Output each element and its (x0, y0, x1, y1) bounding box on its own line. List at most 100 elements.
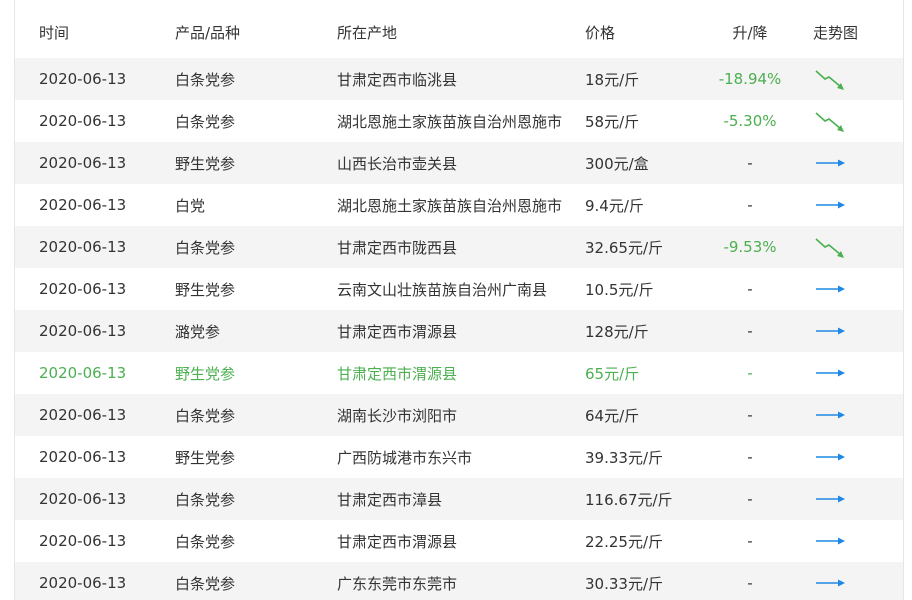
down-arrow-icon[interactable] (813, 58, 849, 100)
row-change: - (747, 280, 753, 298)
header-date: 时间 (39, 24, 70, 42)
row-change: - (747, 574, 753, 592)
row-place: 甘肃定西市漳县 (337, 490, 443, 509)
row-price: 32.65元/斤 (585, 238, 663, 257)
row-place: 甘肃定西市渭源县 (337, 532, 458, 551)
row-place: 甘肃定西市临洮县 (337, 70, 458, 89)
row-change: - (747, 154, 753, 172)
row-place: 云南文山壮族苗族自治州广南县 (337, 280, 548, 299)
row-price: 22.25元/斤 (585, 532, 663, 551)
row-change: - (747, 196, 753, 214)
row-product: 白党 (175, 196, 206, 215)
row-product: 野生党参 (175, 364, 236, 383)
table-row[interactable]: 2020-06-13 野生党参 云南文山壮族苗族自治州广南县 10.5元/斤 - (15, 268, 903, 310)
row-price: 39.33元/斤 (585, 448, 663, 467)
row-place: 广西防城港市东兴市 (337, 448, 473, 467)
row-change: -18.94% (718, 70, 782, 88)
table-row[interactable]: 2020-06-13 白条党参 甘肃定西市漳县 116.67元/斤 - (15, 478, 903, 520)
row-price: 116.67元/斤 (585, 490, 673, 509)
flat-arrow-icon[interactable] (813, 184, 849, 226)
row-change: - (747, 406, 753, 424)
table-row[interactable]: 2020-06-13 白条党参 湖北恩施土家族苗族自治州恩施市 58元/斤 -5.30% (15, 100, 903, 142)
table-body: 2020-06-13 白条党参 甘肃定西市临洮县 18元/斤 -18.94% 2020-0… (15, 58, 903, 600)
row-product: 白条党参 (175, 574, 236, 593)
flat-arrow-icon[interactable] (813, 268, 849, 310)
row-price: 10.5元/斤 (585, 280, 654, 299)
flat-arrow-icon[interactable] (813, 520, 849, 562)
row-product: 潞党参 (175, 322, 221, 341)
header-change: 升/降 (732, 24, 768, 42)
row-change: - (747, 532, 753, 550)
row-price: 65元/斤 (585, 364, 640, 383)
table-row[interactable]: 2020-06-13 野生党参 广西防城港市东兴市 39.33元/斤 - (15, 436, 903, 478)
header-product: 产品/品种 (175, 24, 241, 42)
row-date: 2020-06-13 (39, 154, 127, 172)
row-price: 128元/斤 (585, 322, 649, 341)
header-price: 价格 (585, 24, 616, 42)
row-place: 湖北恩施土家族苗族自治州恩施市 (337, 196, 563, 215)
row-date: 2020-06-13 (39, 112, 127, 130)
row-date: 2020-06-13 (39, 532, 127, 550)
row-product: 白条党参 (175, 532, 236, 551)
row-change: - (747, 364, 753, 382)
row-change: - (747, 322, 753, 340)
table-header: 时间 产品/品种 所在产地 价格 升/降 走势图 (15, 0, 903, 58)
table-row[interactable]: 2020-06-13 潞党参 甘肃定西市渭源县 128元/斤 - (15, 310, 903, 352)
row-product: 野生党参 (175, 280, 236, 299)
row-price: 300元/盒 (585, 154, 649, 173)
header-trend: 走势图 (813, 24, 859, 42)
flat-arrow-icon[interactable] (813, 142, 849, 184)
table-row[interactable]: 2020-06-13 白条党参 广东东莞市东莞市 30.33元/斤 - (15, 562, 903, 600)
flat-arrow-icon[interactable] (813, 352, 849, 394)
row-product: 白条党参 (175, 238, 236, 257)
table-row[interactable]: 2020-06-13 野生党参 山西长治市壶关县 300元/盒 - (15, 142, 903, 184)
row-place: 山西长治市壶关县 (337, 154, 458, 173)
row-place: 甘肃定西市渭源县 (337, 364, 458, 383)
table-row[interactable]: 2020-06-13 白条党参 湖南长沙市浏阳市 64元/斤 - (15, 394, 903, 436)
row-product: 白条党参 (175, 490, 236, 509)
row-place: 甘肃定西市渭源县 (337, 322, 458, 341)
row-product: 野生党参 (175, 154, 236, 173)
row-date: 2020-06-13 (39, 448, 127, 466)
row-place: 湖北恩施土家族苗族自治州恩施市 (337, 112, 563, 131)
row-place: 甘肃定西市陇西县 (337, 238, 458, 257)
row-price: 18元/斤 (585, 70, 640, 89)
table-row[interactable]: 2020-06-13 白条党参 甘肃定西市陇西县 32.65元/斤 -9.53% (15, 226, 903, 268)
row-date: 2020-06-13 (39, 406, 127, 424)
down-arrow-icon[interactable] (813, 100, 849, 142)
row-change: - (747, 490, 753, 508)
row-change: -5.30% (723, 112, 777, 130)
header-place: 所在产地 (337, 24, 398, 42)
row-price: 64元/斤 (585, 406, 640, 425)
flat-arrow-icon[interactable] (813, 478, 849, 520)
row-date: 2020-06-13 (39, 238, 127, 256)
table-row[interactable]: 2020-06-13 白党 湖北恩施土家族苗族自治州恩施市 9.4元/斤 - (15, 184, 903, 226)
row-date: 2020-06-13 (39, 574, 127, 592)
row-date: 2020-06-13 (39, 70, 127, 88)
flat-arrow-icon[interactable] (813, 394, 849, 436)
row-place: 广东东莞市东莞市 (337, 574, 458, 593)
row-product: 野生党参 (175, 448, 236, 467)
row-product: 白条党参 (175, 70, 236, 89)
flat-arrow-icon[interactable] (813, 562, 849, 600)
row-place: 湖南长沙市浏阳市 (337, 406, 458, 425)
row-product: 白条党参 (175, 112, 236, 131)
row-date: 2020-06-13 (39, 490, 127, 508)
table-row[interactable]: 2020-06-13 白条党参 甘肃定西市渭源县 22.25元/斤 - (15, 520, 903, 562)
table-row[interactable]: 2020-06-13 野生党参 甘肃定西市渭源县 65元/斤 - (15, 352, 903, 394)
flat-arrow-icon[interactable] (813, 310, 849, 352)
table-row[interactable]: 2020-06-13 白条党参 甘肃定西市临洮县 18元/斤 -18.94% (15, 58, 903, 100)
row-date: 2020-06-13 (39, 364, 127, 382)
row-date: 2020-06-13 (39, 280, 127, 298)
price-table: 时间 产品/品种 所在产地 价格 升/降 走势图 2020-06-13 白条党参甘… (14, 0, 904, 600)
row-date: 2020-06-13 (39, 322, 127, 340)
down-arrow-icon[interactable] (813, 226, 849, 268)
row-product: 白条党参 (175, 406, 236, 425)
flat-arrow-icon[interactable] (813, 436, 849, 478)
row-date: 2020-06-13 (39, 196, 127, 214)
row-change: - (747, 448, 753, 466)
row-price: 9.4元/斤 (585, 196, 644, 215)
row-change: -9.53% (723, 238, 777, 256)
row-price: 30.33元/斤 (585, 574, 663, 593)
row-price: 58元/斤 (585, 112, 640, 131)
